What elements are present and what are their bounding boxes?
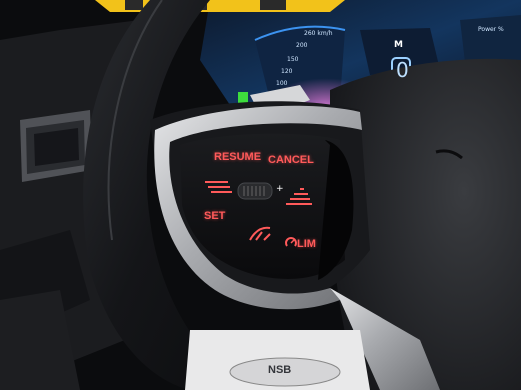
limiter-button[interactable]: LIM: [297, 238, 316, 250]
cluster-speed-150: 150: [287, 56, 299, 63]
resume-button[interactable]: RESUME: [214, 151, 261, 163]
cluster-power-label: Power %: [478, 26, 504, 33]
distance-plus-icon[interactable]: [280, 185, 320, 209]
cluster-speed-120: 120: [281, 68, 293, 75]
set-button[interactable]: SET: [204, 210, 225, 222]
speed-rocker-icon[interactable]: +: [236, 180, 286, 202]
cluster-brand-logo: M: [394, 40, 403, 50]
cluster-speed-100: 100: [276, 80, 288, 87]
plaque-text: NSB: [268, 364, 292, 376]
limiter-icon: [285, 237, 297, 247]
cluster-gear-readout: 0: [396, 58, 409, 82]
steering-wheel-photo: 260 km/h 200 150 120 100 0 M Power % RES…: [0, 0, 521, 390]
cluster-speed-200: 200: [296, 42, 308, 49]
distance-minus-icon[interactable]: [200, 176, 240, 196]
lane-assist-icon[interactable]: [246, 222, 276, 244]
cancel-button[interactable]: CANCEL: [268, 154, 314, 166]
svg-text:+: +: [276, 184, 284, 194]
cluster-speed-260: 260 km/h: [304, 30, 333, 37]
